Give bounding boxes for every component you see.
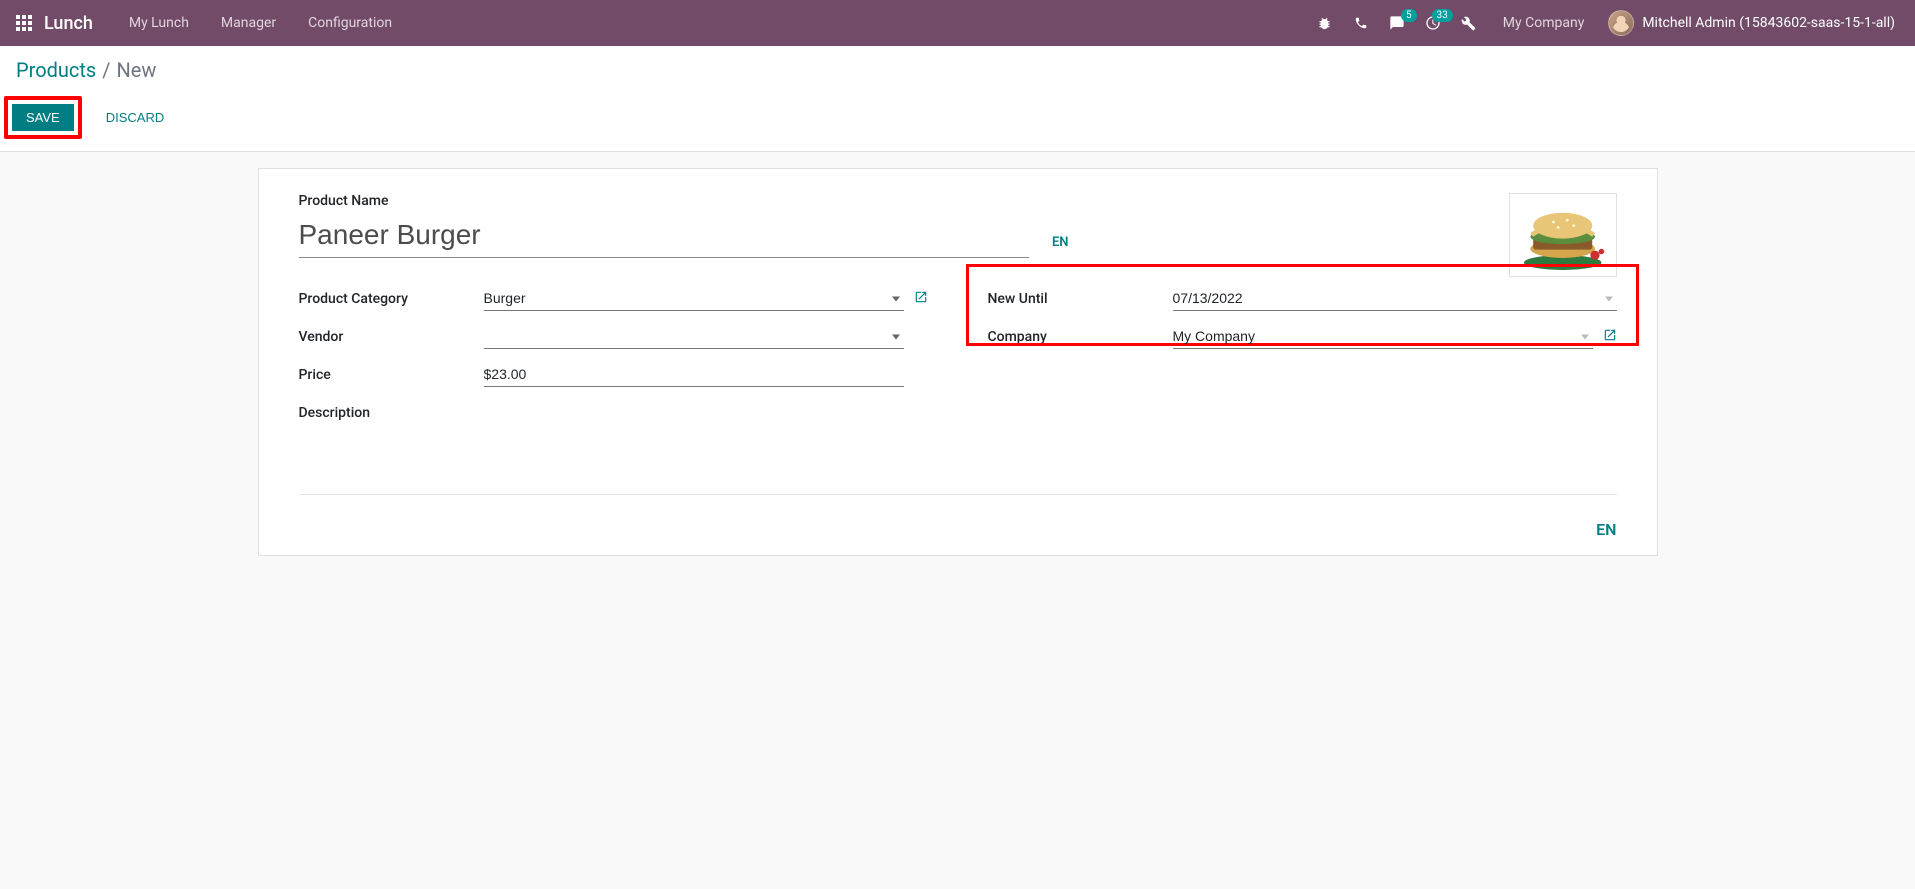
vendor-label: Vendor xyxy=(299,329,484,345)
price-input[interactable] xyxy=(484,364,904,387)
category-input[interactable] xyxy=(484,288,904,311)
menu-configuration[interactable]: Configuration xyxy=(292,15,408,31)
breadcrumb-products[interactable]: Products xyxy=(16,58,96,82)
new-until-input[interactable] xyxy=(1173,288,1617,311)
apps-icon[interactable] xyxy=(8,7,40,39)
avatar xyxy=(1608,10,1634,36)
phone-icon[interactable] xyxy=(1345,7,1377,39)
save-button[interactable]: SAVE xyxy=(12,104,74,131)
description-area: EN xyxy=(299,494,1617,495)
menu-manager[interactable]: Manager xyxy=(205,15,292,31)
category-external-link-icon[interactable] xyxy=(914,290,928,308)
control-panel: Products / New SAVE DISCARD xyxy=(0,46,1915,152)
bug-icon[interactable] xyxy=(1309,7,1341,39)
app-name[interactable]: Lunch xyxy=(44,13,93,34)
new-until-label: New Until xyxy=(988,291,1173,307)
product-name-input[interactable] xyxy=(299,215,1029,258)
lang-badge-description[interactable]: EN xyxy=(1596,520,1616,539)
price-label: Price xyxy=(299,367,484,383)
description-divider xyxy=(299,494,1617,495)
company-input[interactable] xyxy=(1173,326,1593,349)
highlight-save: SAVE xyxy=(4,96,82,139)
category-label: Product Category xyxy=(299,291,484,307)
vendor-input[interactable] xyxy=(484,326,904,349)
lang-badge-name[interactable]: EN xyxy=(1052,235,1069,250)
form-background: Product Name EN Product Category Vendor xyxy=(0,152,1915,596)
activities-badge: 33 xyxy=(1432,9,1453,22)
menu-my-lunch[interactable]: My Lunch xyxy=(113,15,205,31)
messages-badge: 5 xyxy=(1401,9,1417,22)
product-image[interactable] xyxy=(1509,193,1617,277)
burger-icon xyxy=(1515,198,1610,272)
messages-icon[interactable]: 5 xyxy=(1381,7,1413,39)
product-name-label: Product Name xyxy=(299,193,1029,209)
company-label: Company xyxy=(988,329,1173,345)
tools-icon[interactable] xyxy=(1453,7,1485,39)
company-external-link-icon[interactable] xyxy=(1603,328,1617,346)
breadcrumb-current: New xyxy=(117,58,157,82)
user-menu[interactable]: Mitchell Admin (15843602-saas-15-1-all) xyxy=(1600,10,1907,36)
breadcrumb-sep: / xyxy=(102,58,110,82)
discard-button[interactable]: DISCARD xyxy=(98,104,173,131)
company-switcher[interactable]: My Company xyxy=(1487,15,1601,31)
breadcrumb: Products / New xyxy=(16,58,1899,82)
description-label: Description xyxy=(299,405,484,421)
top-navbar: Lunch My Lunch Manager Configuration 5 3… xyxy=(0,0,1915,46)
form-sheet: Product Name EN Product Category Vendor xyxy=(258,168,1658,556)
user-name: Mitchell Admin (15843602-saas-15-1-all) xyxy=(1642,15,1895,31)
activities-icon[interactable]: 33 xyxy=(1417,7,1449,39)
